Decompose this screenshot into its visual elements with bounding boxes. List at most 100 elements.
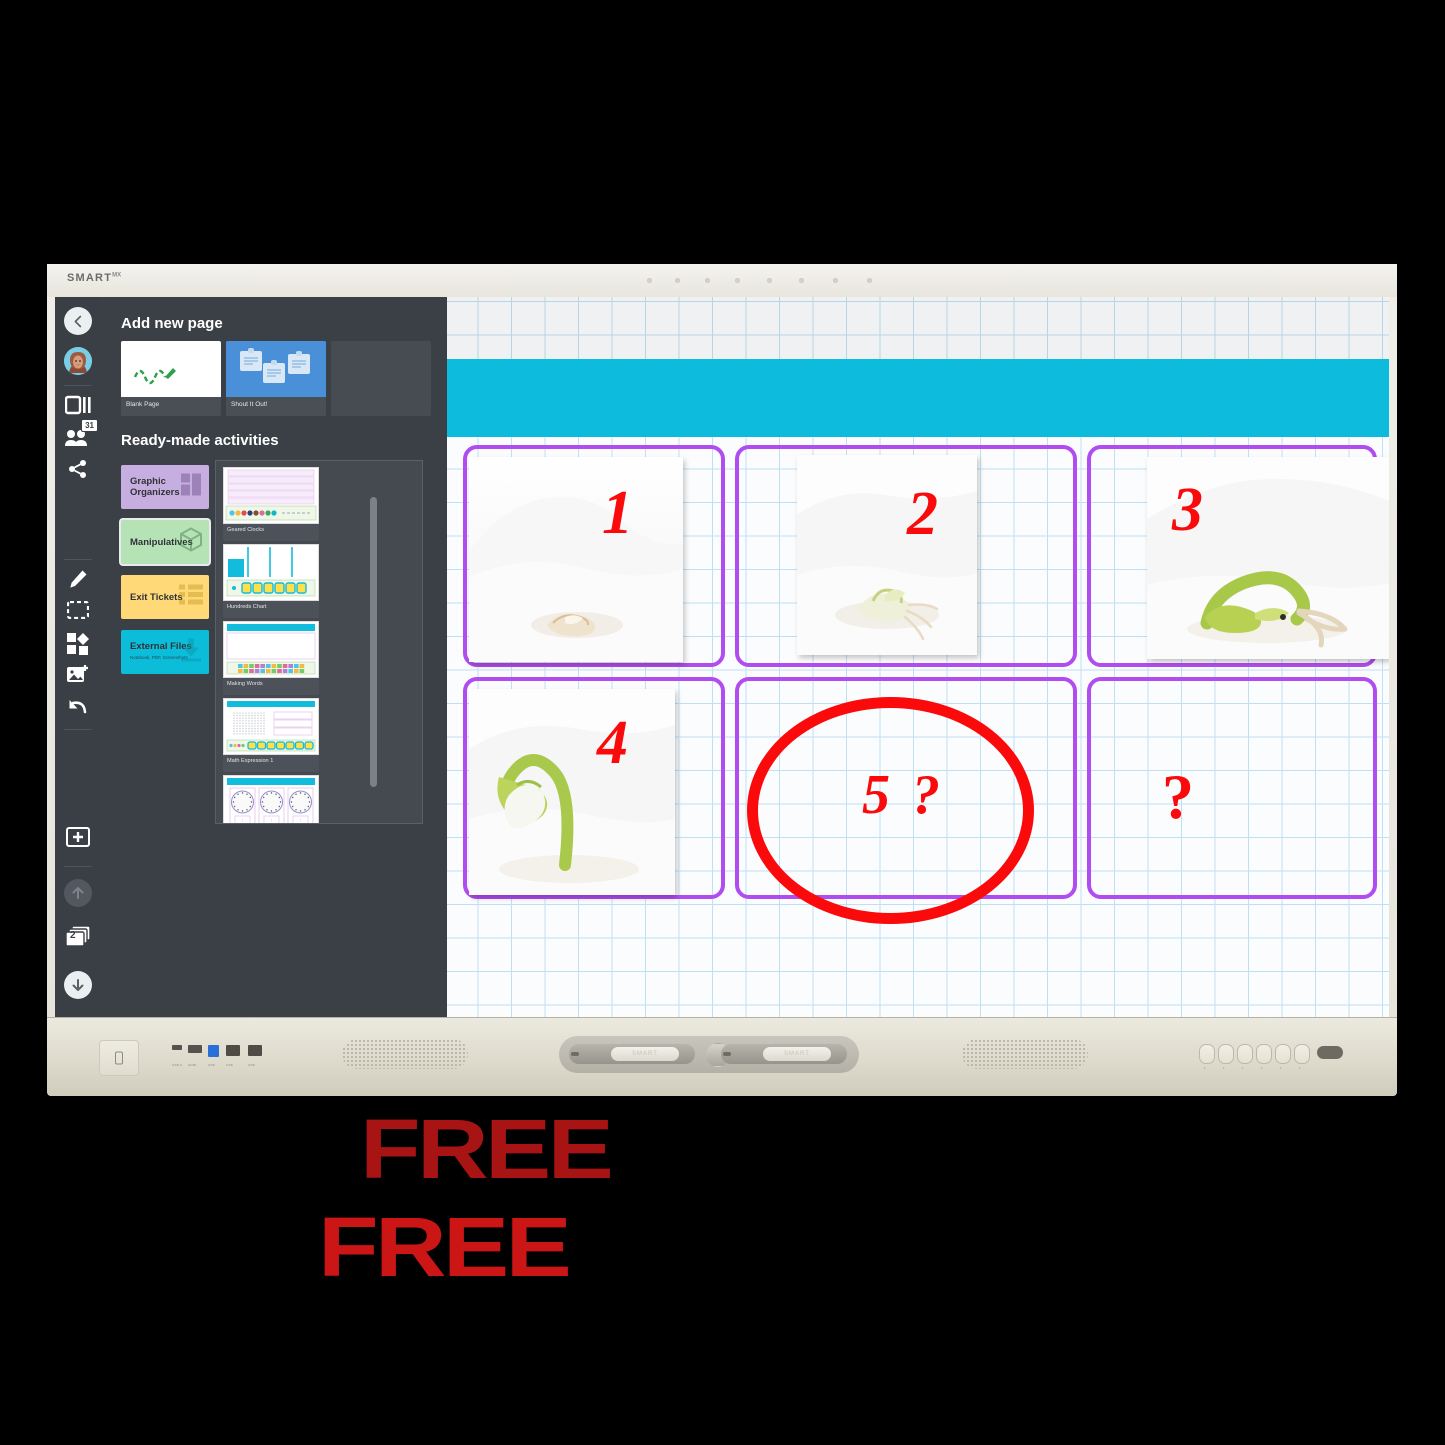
arrow-down-circle-icon [64, 971, 92, 999]
activity-grid-scrollbar[interactable] [370, 497, 377, 787]
shapes-tool[interactable] [55, 633, 101, 660]
add-page-option-shout-it-out[interactable]: Shout It Out! [226, 341, 326, 416]
pages-icon: 2 [65, 925, 91, 952]
page-count-button[interactable]: 2 [55, 925, 101, 952]
pen-tip-icon [571, 1052, 579, 1056]
front-control-button-2[interactable] [1218, 1044, 1234, 1064]
add-page-option-label: Shout It Out! [231, 401, 268, 408]
front-control-button-4[interactable] [1256, 1044, 1272, 1064]
undo-arrow-icon [67, 697, 89, 720]
undo-tool[interactable] [55, 697, 101, 720]
ready-made-activities-title: Ready-made activities [121, 432, 279, 449]
pen-tip-icon [723, 1052, 731, 1056]
activity-tile[interactable]: Geared Clocks [223, 467, 319, 541]
activity-label: Making Words [227, 681, 263, 687]
svg-text::: : [242, 818, 243, 824]
user-avatar[interactable] [55, 347, 101, 375]
front-control-pill[interactable] [1317, 1046, 1343, 1059]
annotation-question-mark: ? [1162, 761, 1194, 832]
ir-sensor-dots [647, 278, 887, 284]
pen-tool[interactable] [55, 569, 101, 594]
display-screen: 31 2 Add new page Blank Page Shout It Ou… [55, 297, 1389, 1017]
power-button[interactable] [99, 1040, 139, 1076]
select-tool[interactable] [55, 600, 101, 624]
stylus-pen-left[interactable]: SMART [569, 1044, 695, 1064]
front-control-label: • [1299, 1065, 1301, 1070]
marquee-select-icon [66, 600, 90, 624]
page-divider [64, 866, 92, 867]
activity-grid[interactable]: Geared Clocks Hundreds Chart Making Words M… [215, 460, 423, 824]
add-page-option-empty[interactable] [331, 341, 431, 416]
free-text-line-2: FREE [318, 1199, 572, 1294]
bezel-seam [47, 1017, 1397, 1018]
participants-badge: 31 [81, 419, 98, 432]
stylus-pen-right[interactable]: SMART [721, 1044, 847, 1064]
canvas-top-shade [447, 297, 1389, 359]
seedling-photo-2[interactable] [797, 455, 977, 655]
list-icon [179, 584, 203, 610]
participants-button[interactable]: 31 [55, 419, 101, 452]
activity-tile[interactable]: Hundreds Chart [223, 544, 319, 618]
table-cell-6[interactable] [1087, 677, 1377, 899]
front-control-button-1[interactable] [1199, 1044, 1215, 1064]
free-overlay: FREE FREE [0, 1102, 1445, 1294]
shapes-icon [67, 633, 89, 660]
layout-icon [64, 395, 91, 420]
add-new-page-list: Blank Page Shout It Out! [121, 341, 431, 416]
activity-tile[interactable]: :::Math Expression 2 [223, 775, 319, 824]
add-page-option-blank[interactable]: Blank Page [121, 341, 221, 416]
shout-it-out-thumbnail [226, 341, 326, 397]
front-control-label: • [1242, 1065, 1244, 1070]
insert-image-tool[interactable] [55, 665, 101, 690]
pen-tray: SMART SMART [559, 1036, 859, 1073]
activity-label: Math Expression 1 [227, 758, 274, 764]
front-control-label: • [1261, 1065, 1263, 1070]
pen-brand-label: SMART [632, 1051, 658, 1057]
svg-text::: : [271, 818, 272, 824]
activity-label: Geared Clocks [227, 527, 264, 533]
blank-page-thumbnail [121, 341, 221, 397]
front-control-label: • [1223, 1065, 1225, 1070]
activity-thumbnail: ::: [223, 775, 319, 824]
category-exit-tickets[interactable]: Exit Tickets [121, 575, 209, 619]
layout-button[interactable] [55, 395, 101, 420]
seedling-photo-1[interactable] [469, 457, 683, 662]
cyan-title-banner[interactable] [447, 359, 1389, 437]
whiteboard-canvas[interactable]: 1 2 3 4 5 ? ? [447, 297, 1389, 1017]
display-bottom-bezel: USB-C HDMI USB USB USB SMART SMART • • • • • • [47, 1017, 1397, 1096]
front-control-buttons[interactable]: • • • • • • [1199, 1044, 1343, 1072]
page-up-button[interactable] [55, 879, 101, 907]
front-control-button-3[interactable] [1237, 1044, 1253, 1064]
grid-blocks-icon [181, 473, 203, 501]
add-page-button[interactable] [55, 827, 101, 852]
front-control-button-6[interactable] [1294, 1044, 1310, 1064]
chevron-left-icon [64, 307, 92, 335]
speaker-left [342, 1039, 468, 1069]
category-graphic-organizers[interactable]: Graphic Organizers [121, 465, 209, 509]
annotation-number-4: 4 [597, 709, 628, 777]
activity-thumbnail [223, 467, 319, 524]
arrow-up-circle-icon [64, 879, 92, 907]
share-icon [68, 459, 88, 484]
left-toolbar: 31 2 [55, 297, 101, 1017]
front-control-button-5[interactable] [1275, 1044, 1291, 1064]
pencil-icon [68, 569, 88, 594]
activity-label: Hundreds Chart [227, 604, 267, 610]
pen-brand-label: SMART [784, 1051, 810, 1057]
share-button[interactable] [55, 459, 101, 484]
activity-tile[interactable]: Math Expression 1 [223, 698, 319, 772]
page-down-button[interactable] [55, 971, 101, 999]
add-page-option-label [331, 341, 431, 349]
category-manipulatives[interactable]: Manipulatives [121, 520, 209, 564]
activities-panel: Add new page Blank Page Shout It Out! Re… [101, 297, 447, 1017]
free-text-line-1: FREE [360, 1102, 614, 1196]
plus-box-icon [66, 827, 90, 852]
smart-brand-logo: SMARTMX [67, 272, 122, 284]
toolbar-divider-2 [64, 559, 92, 560]
activity-tile[interactable]: Making Words [223, 621, 319, 695]
seedling-photo-4[interactable] [469, 689, 675, 895]
download-icon [179, 638, 203, 667]
back-button[interactable] [55, 307, 101, 335]
speaker-right [962, 1039, 1088, 1069]
category-external-files[interactable]: External Files Notebook, PDF, Screenshot… [121, 630, 209, 674]
